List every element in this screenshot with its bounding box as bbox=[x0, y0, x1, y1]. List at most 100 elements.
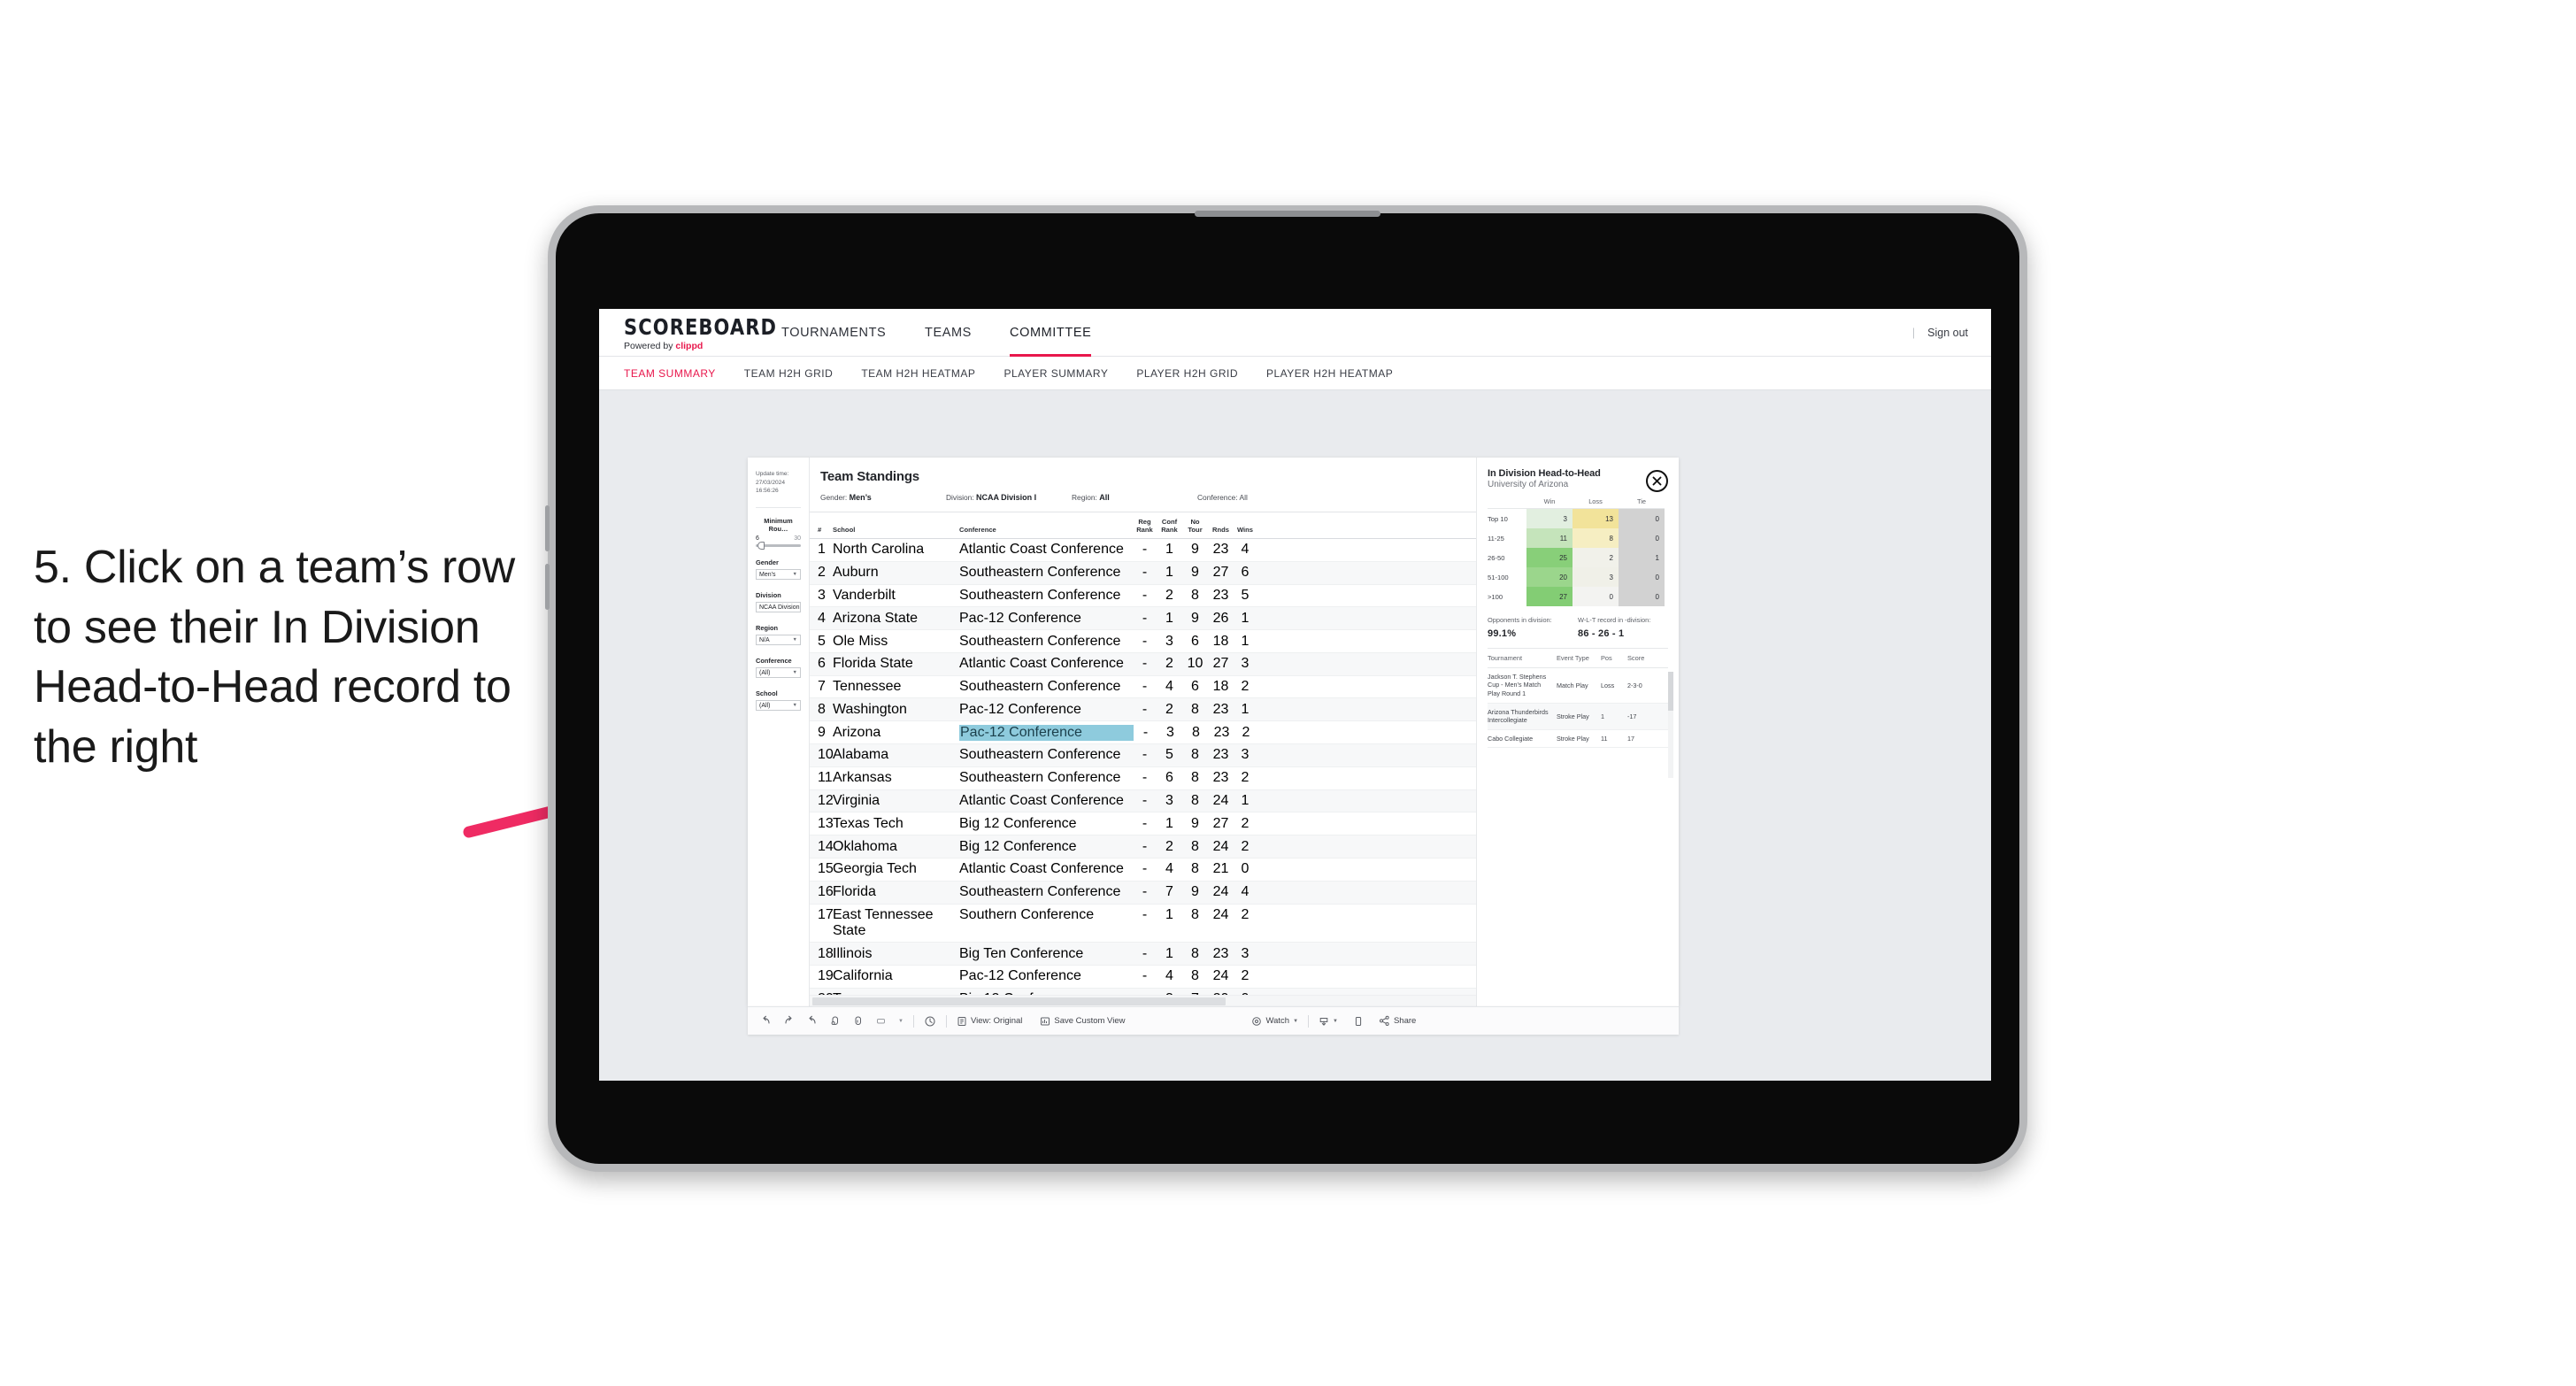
cell-conference: Southeastern Conference bbox=[959, 884, 1121, 900]
school-select[interactable]: (All) ▼ bbox=[756, 700, 801, 712]
table-row[interactable]: 7 Tennessee Southeastern Conference - 4 6 18 2 bbox=[810, 676, 1476, 699]
download-button[interactable]: ▼ bbox=[1319, 1016, 1338, 1027]
division-select[interactable]: NCAA Division I bbox=[756, 602, 801, 613]
close-icon[interactable] bbox=[1646, 470, 1668, 492]
watch-button[interactable]: Watch ▼ bbox=[1251, 1016, 1298, 1027]
cell-wins: 4 bbox=[1241, 884, 1250, 900]
col-rank[interactable]: # bbox=[810, 526, 833, 534]
table-row[interactable]: 4 Arizona State Pac-12 Conference - 1 9 26 1 bbox=[810, 607, 1476, 631]
tab-player-h2h-heatmap[interactable]: PLAYER H2H HEATMAP bbox=[1266, 367, 1393, 380]
redo-icon[interactable] bbox=[783, 1015, 795, 1027]
cell-school: Arkansas bbox=[833, 770, 892, 786]
table-row[interactable]: 10 Alabama Southeastern Conference - 5 8 23 3 bbox=[810, 744, 1476, 767]
cell-rank: 15 bbox=[818, 861, 834, 877]
tab-team-summary[interactable]: TEAM SUMMARY bbox=[624, 367, 716, 380]
tournament-row[interactable]: Arizona Thunderbirds Intercollegiate Stro… bbox=[1488, 703, 1668, 730]
tournament-row[interactable]: Jackson T. Stephens Cup - Men’s Match Pl… bbox=[1488, 668, 1668, 704]
cell-school: Illinois bbox=[833, 945, 873, 961]
table-row[interactable]: 11 Arkansas Southeastern Conference - 6 8 23 2 bbox=[810, 767, 1476, 790]
filters-panel: Update time: 27/03/2024 16:56:26 Minimum… bbox=[748, 458, 810, 1006]
slider-thumb[interactable] bbox=[757, 542, 765, 550]
cell-no-tour: 10 bbox=[1187, 656, 1203, 672]
refresh-data-icon[interactable] bbox=[829, 1015, 841, 1027]
volume-down-button[interactable] bbox=[545, 564, 550, 610]
cell-reg-rank: - bbox=[1142, 565, 1148, 581]
col-school[interactable]: School bbox=[833, 526, 959, 534]
volume-up-button[interactable] bbox=[545, 505, 550, 551]
cell-conf-rank: 3 bbox=[1165, 633, 1173, 649]
pause-icon[interactable] bbox=[852, 1015, 864, 1027]
col-reg-rank[interactable]: Reg Rank bbox=[1133, 518, 1157, 534]
share-button[interactable]: Share bbox=[1379, 1015, 1416, 1027]
heatmap-body: Top 10 3 13 0 11-25 11 8 0 26-50 25 2 1 51-100 20 3 0 >1… bbox=[1488, 509, 1665, 606]
scrollbar-thumb[interactable] bbox=[812, 997, 1226, 1005]
table-row[interactable]: 15 Georgia Tech Atlantic Coast Conference -… bbox=[810, 859, 1476, 882]
table-row[interactable]: 8 Washington Pac-12 Conference - 2 8 23 1 bbox=[810, 698, 1476, 722]
cell-wins: 2 bbox=[1241, 968, 1250, 984]
tab-player-summary[interactable]: PLAYER SUMMARY bbox=[1003, 367, 1108, 380]
tab-team-h2h-heatmap[interactable]: TEAM H2H HEATMAP bbox=[861, 367, 975, 380]
dropdown-caret-icon[interactable]: ▼ bbox=[898, 1019, 904, 1024]
table-row[interactable]: 18 Illinois Big Ten Conference -1 8 23 3 bbox=[810, 943, 1476, 966]
cell-wins: 3 bbox=[1241, 747, 1250, 763]
scrollbar-thumb[interactable] bbox=[1668, 672, 1673, 711]
table-row[interactable]: 17 East Tennessee State Southern Conferenc… bbox=[810, 905, 1476, 943]
tab-team-h2h-grid[interactable]: TEAM H2H GRID bbox=[744, 367, 834, 380]
region-select[interactable]: N/A ▼ bbox=[756, 635, 801, 646]
highlight-icon[interactable] bbox=[875, 1015, 887, 1027]
nav-teams[interactable]: TEAMS bbox=[925, 309, 972, 357]
dashboard-workspace: Update time: 27/03/2024 16:56:26 Minimum… bbox=[599, 390, 1991, 1081]
chevron-down-icon: ▼ bbox=[792, 572, 797, 578]
alerts-icon[interactable] bbox=[924, 1015, 936, 1028]
conference-select[interactable]: (All) ▼ bbox=[756, 667, 801, 679]
cell-wins: 4 bbox=[1241, 542, 1250, 558]
col-wins[interactable]: Wins bbox=[1234, 526, 1257, 534]
col-rnds[interactable]: Rnds bbox=[1208, 526, 1234, 534]
view-original-button[interactable]: View: Original bbox=[957, 1016, 1022, 1027]
revert-icon[interactable] bbox=[806, 1015, 818, 1027]
cell-rnds: 23 bbox=[1213, 724, 1230, 740]
sign-out-link[interactable]: Sign out bbox=[1927, 327, 1968, 339]
app-logo[interactable]: SCOREBOARD Powered by clippd bbox=[624, 316, 777, 351]
col-tournament: Tournament bbox=[1488, 654, 1523, 662]
cell-conf-rank: 1 bbox=[1165, 565, 1173, 581]
save-custom-view-button[interactable]: Save Custom View bbox=[1040, 1016, 1125, 1027]
table-row[interactable]: 14 Oklahoma Big 12 Conference - 2 8 24 2 bbox=[810, 835, 1476, 859]
gender-select[interactable]: Men’s ▼ bbox=[756, 569, 801, 581]
device-icon[interactable] bbox=[1353, 1016, 1364, 1027]
table-row[interactable]: 1 North Carolina Atlantic Coast Conference… bbox=[810, 539, 1476, 562]
cell-conf-rank: 4 bbox=[1165, 968, 1173, 984]
nav-tournaments[interactable]: TOURNAMENTS bbox=[781, 309, 886, 357]
cell-rank: 13 bbox=[818, 815, 834, 831]
table-row[interactable]: 20TexasBig 12 Conference-37200 bbox=[810, 988, 1476, 995]
cell-rank: 10 bbox=[818, 747, 834, 763]
table-row[interactable]: 12 Virginia Atlantic Coast Conference - 3 8 24… bbox=[810, 789, 1476, 813]
minimum-rounds-slider[interactable] bbox=[756, 542, 801, 550]
table-row[interactable]: 16 Florida Southeastern Conference - 7 9 24 4 bbox=[810, 881, 1476, 905]
table-row[interactable]: 3 Vanderbilt Southeastern Conference - 2 8 23 5 bbox=[810, 585, 1476, 608]
cell-wins: 5 bbox=[1241, 587, 1250, 603]
divider: | bbox=[1911, 327, 1916, 339]
table-row[interactable]: 6 Florida State Atlantic Coast Conference -… bbox=[810, 652, 1476, 676]
cell-school: Washington bbox=[833, 701, 907, 717]
table-row[interactable]: 9 Arizona Pac-12 Conference - 3 8 23 2 bbox=[810, 721, 1476, 745]
table-row[interactable]: 5 Ole Miss Southeastern Conference - 3 6 18 1 bbox=[810, 630, 1476, 653]
cell-rank: 2 bbox=[818, 565, 826, 581]
col-conference[interactable]: Conference bbox=[959, 526, 1133, 534]
cell-school: Florida bbox=[833, 884, 876, 900]
col-conf-rank[interactable]: Conf Rank bbox=[1157, 518, 1182, 534]
tournament-row[interactable]: Cabo Collegiate Stroke Play 11 17 bbox=[1488, 730, 1668, 749]
table-row[interactable]: 19 California Pac-12 Conference - 4 8 24 2 bbox=[810, 966, 1476, 989]
cell-no-tour: 9 bbox=[1191, 542, 1199, 558]
table-row[interactable]: 13 Texas Tech Big 12 Conference - 1 9 27 2 bbox=[810, 812, 1476, 836]
cell-wins: 2 bbox=[1241, 906, 1250, 922]
horizontal-scrollbar[interactable] bbox=[810, 995, 1476, 1006]
undo-icon[interactable] bbox=[760, 1015, 772, 1027]
table-row[interactable]: 2 Auburn Southeastern Conference - 1 9 27 6 bbox=[810, 561, 1476, 585]
tab-player-h2h-grid[interactable]: PLAYER H2H GRID bbox=[1136, 367, 1238, 380]
vertical-scrollbar[interactable] bbox=[1668, 672, 1673, 778]
nav-committee[interactable]: COMMITTEE bbox=[1010, 309, 1092, 357]
col-no-tour[interactable]: No Tour bbox=[1182, 518, 1208, 534]
cell-conf-rank: 2 bbox=[1165, 587, 1173, 603]
cell-wins: 2 bbox=[1241, 770, 1250, 786]
